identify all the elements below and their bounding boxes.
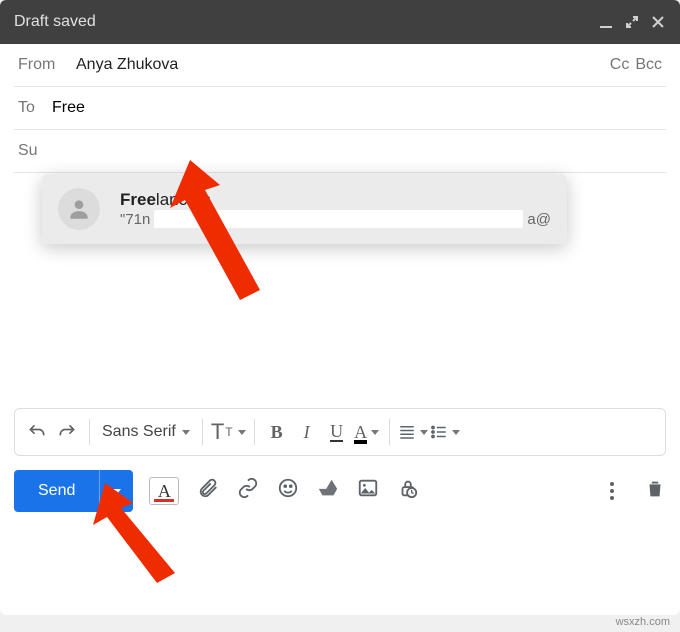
insert-photo-button[interactable] (357, 477, 379, 505)
text-color-button[interactable]: A (353, 416, 381, 448)
separator (202, 419, 203, 445)
separator (254, 419, 255, 445)
more-options-button[interactable] (610, 482, 614, 500)
separator (89, 419, 90, 445)
caret-down-icon (182, 430, 190, 435)
autocomplete-email-suffix: a@ (527, 211, 551, 228)
from-row: From Anya Zhukova Cc Bcc (14, 44, 666, 87)
insert-drive-button[interactable] (317, 477, 339, 505)
separator (389, 419, 390, 445)
close-icon[interactable] (650, 14, 666, 30)
discard-draft-button[interactable] (644, 478, 666, 505)
from-value[interactable]: Anya Zhukova (76, 56, 610, 74)
bcc-button[interactable]: Bcc (635, 56, 662, 74)
minimize-icon[interactable] (598, 14, 614, 30)
autocomplete-email-prefix: "71n (120, 211, 150, 228)
attach-file-button[interactable] (197, 477, 219, 505)
to-row: To (14, 87, 666, 130)
font-family-label: Sans Serif (102, 423, 176, 441)
avatar-icon (58, 188, 100, 230)
formatting-toolbar: Sans Serif TT B I U A (14, 408, 666, 456)
redo-button[interactable] (53, 416, 81, 448)
italic-button[interactable]: I (293, 416, 321, 448)
font-family-select[interactable]: Sans Serif (98, 423, 194, 441)
insert-link-button[interactable] (237, 477, 259, 505)
undo-button[interactable] (23, 416, 51, 448)
from-label: From (18, 56, 76, 74)
list-button[interactable] (430, 416, 460, 448)
caret-down-icon (238, 430, 246, 435)
titlebar-text: Draft saved (14, 13, 598, 31)
to-input[interactable] (52, 99, 662, 117)
subject-label-partial: Su (18, 142, 58, 160)
subject-row: Su (14, 130, 666, 173)
font-size-button[interactable]: TT (211, 416, 246, 448)
subject-input[interactable] (58, 142, 662, 160)
caret-down-icon (420, 430, 428, 435)
bold-button[interactable]: B (263, 416, 291, 448)
caret-down-icon (452, 430, 460, 435)
to-label: To (18, 99, 52, 117)
align-button[interactable] (398, 416, 428, 448)
caret-down-icon (371, 430, 379, 435)
titlebar-actions (598, 14, 666, 30)
fullscreen-icon[interactable] (624, 14, 640, 30)
underline-button[interactable]: U (323, 416, 351, 448)
annotation-arrow-2 (75, 475, 195, 585)
insert-emoji-button[interactable] (277, 477, 299, 505)
cc-button[interactable]: Cc (610, 56, 630, 74)
compose-body: From Anya Zhukova Cc Bcc To Su (0, 44, 680, 408)
attribution-text: wsxzh.com (616, 616, 670, 628)
confidential-mode-button[interactable] (397, 477, 419, 505)
annotation-arrow-1 (150, 150, 310, 310)
titlebar: Draft saved (0, 0, 680, 44)
